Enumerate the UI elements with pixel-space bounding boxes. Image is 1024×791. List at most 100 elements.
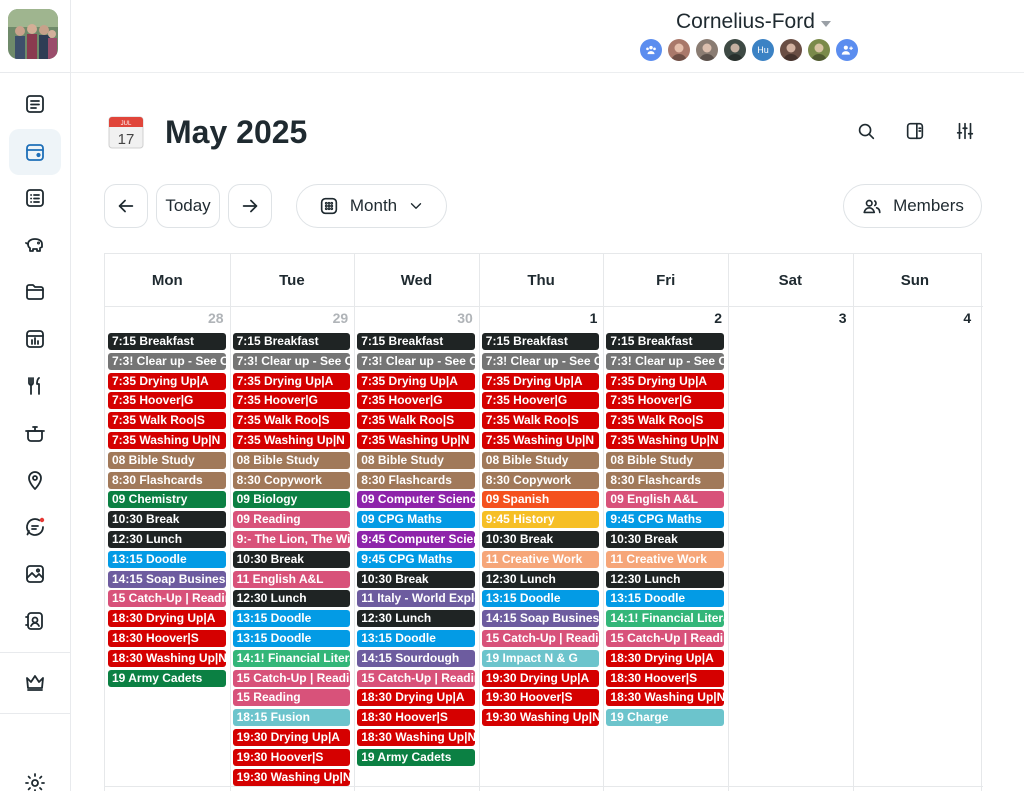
calendar-event[interactable]: 09 Computer Science: [357, 491, 475, 509]
calendar-event[interactable]: 18:30 Washing Up|N: [108, 649, 226, 667]
sidebar-item-meals[interactable]: [9, 363, 61, 409]
calendar-event[interactable]: 12:30 Lunch: [232, 590, 351, 608]
calendar-event[interactable]: 9:- The Lion, The Witc: [232, 531, 351, 548]
calendar-event[interactable]: 7:3! Clear up - See Cl: [108, 352, 226, 370]
calendar-event[interactable]: 7:35 Hoover|G: [481, 392, 600, 410]
member-avatar[interactable]: [724, 39, 746, 61]
member-avatar[interactable]: Hu: [752, 39, 774, 61]
calendar-event[interactable]: 19:30 Hoover|S: [481, 689, 600, 707]
calendar-event[interactable]: 7:35 Washing Up|N: [108, 432, 226, 449]
calendar-event[interactable]: 7:3! Clear up - See Cl: [481, 352, 600, 370]
calendar-event[interactable]: 15 Catch-Up | Readin: [232, 669, 351, 687]
calendar-event[interactable]: 11 English A&L: [232, 570, 351, 588]
calendar-event[interactable]: 8:30 Flashcards: [606, 471, 724, 489]
sidebar-item-calendar[interactable]: [9, 129, 61, 175]
calendar-event[interactable]: 7:15 Breakfast: [481, 333, 600, 350]
calendar-event[interactable]: 19:30 Drying Up|A: [481, 669, 600, 687]
calendar-event[interactable]: 18:30 Hoover|S: [606, 669, 724, 687]
calendar-event[interactable]: 10:30 Break: [606, 531, 724, 548]
calendar-event[interactable]: 9:45 CPG Maths: [357, 550, 475, 568]
sidebar-item-photos[interactable]: [9, 551, 61, 597]
calendar-event[interactable]: 7:3! Clear up - See Cl: [606, 352, 724, 370]
calendar-event[interactable]: 7:35 Walk Roo|S: [232, 412, 351, 430]
calendar-event[interactable]: 11 Creative Work: [606, 550, 724, 568]
calendar-event[interactable]: 18:30 Washing Up|N: [357, 729, 475, 746]
calendar-event[interactable]: 7:35 Drying Up|A: [232, 372, 351, 390]
calendar-event[interactable]: 7:35 Drying Up|A: [108, 372, 226, 390]
calendar-event[interactable]: 7:15 Breakfast: [357, 333, 475, 350]
member-avatar[interactable]: [668, 39, 690, 61]
sidebar-item-settings[interactable]: [9, 760, 61, 791]
calendar-event[interactable]: 19:30 Drying Up|A: [232, 729, 351, 746]
calendar-event[interactable]: 08 Bible Study: [481, 451, 600, 469]
calendar-event[interactable]: 7:35 Drying Up|A: [481, 372, 600, 390]
sidebar-item-reports[interactable]: [9, 316, 61, 362]
calendar-event[interactable]: 13:15 Doodle: [232, 630, 351, 647]
member-avatar[interactable]: [780, 39, 802, 61]
member-avatar[interactable]: [696, 39, 718, 61]
calendar-event[interactable]: 14:15 Soap Business: [481, 610, 600, 628]
calendar-event[interactable]: 7:35 Walk Roo|S: [357, 412, 475, 430]
calendar-event[interactable]: 19 Charge: [606, 709, 724, 727]
calendar-event[interactable]: 09 English A&L: [606, 491, 724, 509]
view-selector[interactable]: Month: [296, 184, 447, 228]
calendar-event[interactable]: 7:35 Washing Up|N: [606, 432, 724, 449]
calendar-event[interactable]: 8:30 Flashcards: [108, 471, 226, 489]
calendar-event[interactable]: 12:30 Lunch: [481, 570, 600, 588]
calendar-event[interactable]: 7:35 Hoover|G: [108, 392, 226, 410]
calendar-event[interactable]: 18:30 Drying Up|A: [357, 689, 475, 707]
calendar-event[interactable]: 19 Army Cadets: [108, 669, 226, 687]
calendar-event[interactable]: 10:30 Break: [357, 570, 475, 588]
calendar-event[interactable]: 8:30 Copywork: [481, 471, 600, 489]
calendar-event[interactable]: 7:35 Walk Roo|S: [481, 412, 600, 430]
calendar-event[interactable]: 13:15 Doodle: [357, 630, 475, 647]
sidebar-item-messages[interactable]: [9, 504, 61, 550]
sidebar-item-premium[interactable]: [9, 659, 61, 705]
members-button[interactable]: Members: [843, 184, 982, 228]
day-number[interactable]: 2: [702, 310, 722, 326]
day-number[interactable]: 30: [453, 310, 473, 326]
calendar-event[interactable]: 7:35 Walk Roo|S: [606, 412, 724, 430]
calendar-event[interactable]: 9:45 History: [481, 511, 600, 529]
calendar-event[interactable]: 9:45 Computer Scien: [357, 531, 475, 548]
calendar-event[interactable]: 7:35 Drying Up|A: [606, 372, 724, 390]
next-button[interactable]: [228, 184, 272, 228]
calendar-event[interactable]: 7:35 Washing Up|N: [481, 432, 600, 449]
sidebar-item-notes[interactable]: [9, 81, 61, 127]
calendar-event[interactable]: 15 Catch-Up | Readin: [606, 630, 724, 647]
calendar-event[interactable]: 19:30 Washing Up|N: [232, 768, 351, 786]
calendar-event[interactable]: 15 Catch-Up | Readin: [481, 630, 600, 647]
filters-button[interactable]: [947, 113, 983, 149]
sidebar-item-files[interactable]: [9, 269, 61, 315]
calendar-event[interactable]: 8:30 Flashcards: [357, 471, 475, 489]
calendar-event[interactable]: 13:15 Doodle: [606, 590, 724, 608]
add-member-button[interactable]: [836, 39, 858, 61]
sidebar-item-places[interactable]: [9, 457, 61, 503]
calendar-event[interactable]: 08 Bible Study: [232, 451, 351, 469]
calendar-event[interactable]: 9:45 CPG Maths: [606, 511, 724, 529]
calendar-event[interactable]: 7:15 Breakfast: [108, 333, 226, 350]
day-number[interactable]: 1: [577, 310, 598, 326]
calendar-event[interactable]: 11 Creative Work: [481, 550, 600, 568]
calendar-event[interactable]: 7:35 Walk Roo|S: [108, 412, 226, 430]
calendar-event[interactable]: 15 Catch-Up | Readin: [357, 669, 475, 687]
calendar-event[interactable]: 7:15 Breakfast: [606, 333, 724, 350]
calendar-event[interactable]: 18:15 Fusion: [232, 709, 351, 727]
calendar-event[interactable]: 7:35 Washing Up|N: [357, 432, 475, 449]
calendar-event[interactable]: 18:30 Washing Up|N: [606, 689, 724, 707]
calendar-event[interactable]: 09 CPG Maths: [357, 511, 475, 529]
family-photo-avatar[interactable]: [8, 9, 58, 59]
calendar-event[interactable]: 12:30 Lunch: [108, 531, 226, 548]
calendar-event[interactable]: 7:35 Washing Up|N: [232, 432, 351, 449]
day-number[interactable]: 28: [204, 310, 224, 326]
all-members-avatar[interactable]: [640, 39, 662, 61]
search-button[interactable]: [848, 113, 884, 149]
calendar-event[interactable]: 18:30 Drying Up|A: [606, 649, 724, 667]
calendar-event[interactable]: 7:35 Hoover|G: [606, 392, 724, 410]
calendar-event[interactable]: 09 Spanish: [481, 491, 600, 509]
calendar-event[interactable]: 19:30 Hoover|S: [232, 748, 351, 766]
calendar-event[interactable]: 10:30 Break: [108, 511, 226, 529]
calendar-event[interactable]: 12:30 Lunch: [606, 570, 724, 588]
calendar-event[interactable]: 12:30 Lunch: [357, 610, 475, 628]
calendar-event[interactable]: 15 Catch-Up | Readin: [108, 590, 226, 608]
